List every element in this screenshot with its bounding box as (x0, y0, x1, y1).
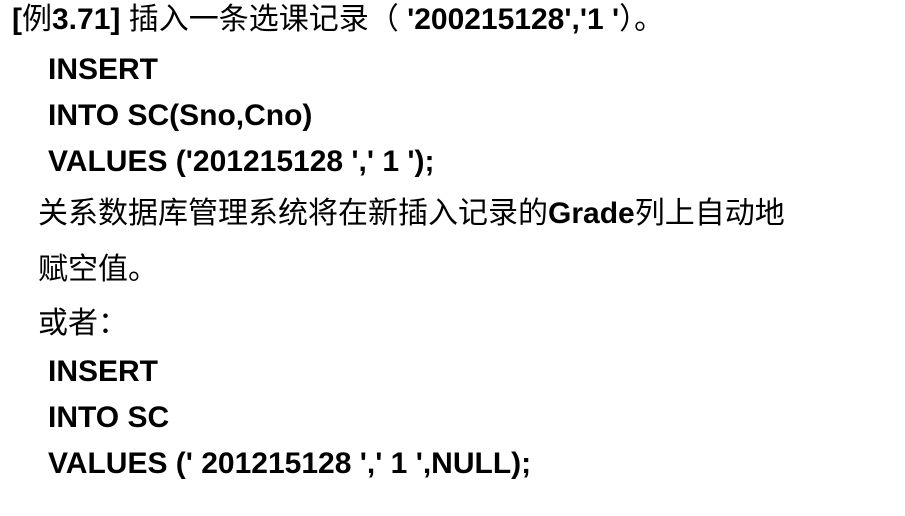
explanation-part1: 关系数据库管理系统将在新插入记录的 (38, 197, 548, 230)
query2-values-line: VALUES (' 201215128 ',' 1 ',NULL); (48, 447, 532, 480)
query2-insert-line: INSERT (48, 355, 159, 388)
example-description: 插入一条选课记录（ (120, 3, 408, 36)
query1-values-line: VALUES ('201215128 ',' 1 '); (48, 145, 435, 178)
explanation-column-name: Grade (548, 197, 635, 230)
query1-insert-line: INSERT (48, 53, 159, 86)
example-closing: ）。 (619, 3, 665, 36)
example-number: 3.71] (52, 3, 121, 36)
query2-into-line: INTO SC (48, 401, 170, 434)
example-open-bracket: [ (12, 3, 22, 36)
explanation-line-2: 赋空值。 (38, 253, 158, 286)
example-values: '200215128','1 ' (407, 3, 620, 36)
explanation-line-1: 关系数据库管理系统将在新插入记录的Grade列上自动地 (38, 196, 785, 232)
example-prefix: 例 (22, 3, 52, 36)
document-page: [例3.71] 插入一条选课记录（ '200215128','1 '）。 INS… (0, 0, 905, 516)
example-heading: [例3.71] 插入一条选课记录（ '200215128','1 '）。 (12, 2, 664, 38)
query1-into-line: INTO SC(Sno,Cno) (48, 99, 313, 132)
alternative-label: 或者： (38, 307, 128, 340)
explanation-part2: 列上自动地 (634, 197, 785, 230)
